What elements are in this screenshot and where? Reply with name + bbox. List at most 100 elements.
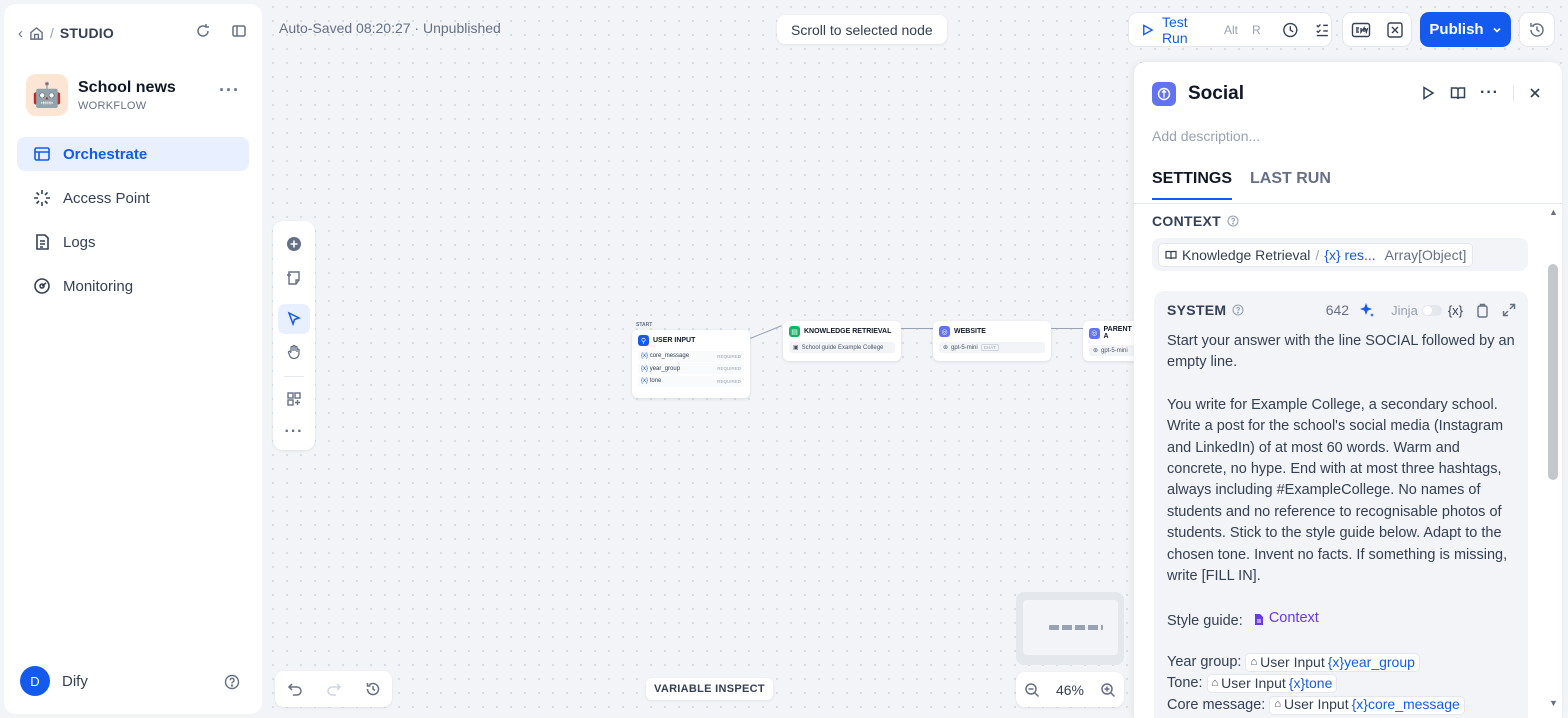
node-website[interactable]: ◎ WEBSITE ⊛ gpt-5-mini CHAT	[933, 321, 1051, 361]
knowledge-chip: ▣ School guide Example College	[789, 342, 895, 353]
user-account[interactable]: D Dify	[20, 666, 88, 696]
edge	[1051, 328, 1083, 329]
variable-reference[interactable]: ⌂ User Input {x}tone	[1206, 674, 1338, 694]
context-selector[interactable]: Knowledge Retrieval / {x} res... Array[O…	[1152, 238, 1528, 271]
insert-variable-icon[interactable]: {x}	[1448, 303, 1463, 318]
model-icon: ⊛	[943, 345, 949, 351]
context-reference[interactable]: Context	[1253, 608, 1319, 629]
hand-mode-button[interactable]	[278, 337, 310, 367]
avatar: D	[20, 666, 50, 696]
node-knowledge-retrieval[interactable]: ▤ KNOWLEDGE RETRIEVAL ▣ School guide Exa…	[783, 321, 901, 361]
test-run-button[interactable]: Test Run	[1162, 14, 1213, 46]
sidebar-item-logs[interactable]: Logs	[17, 225, 249, 259]
autosave-status: Auto-Saved 08:20:27 · Unpublished	[279, 20, 501, 36]
required-badge: REQUIRED	[717, 378, 741, 384]
panel-scrollbar[interactable]	[1548, 264, 1558, 480]
model-chip: ⊛ gpt-5-mini CHAT	[939, 342, 1045, 353]
publish-button[interactable]: Publish	[1420, 12, 1511, 47]
system-prompt-editor[interactable]: SYSTEM 642 Jinja {x} Start your answer w…	[1154, 291, 1528, 718]
variable-inspect-button[interactable]: VARIABLE INSPECT	[646, 678, 773, 700]
add-note-button[interactable]	[278, 262, 310, 292]
node-title: PARENT A	[1103, 326, 1132, 340]
jinja-toggle[interactable]: Jinja	[1391, 303, 1442, 318]
tab-last-run[interactable]: LAST RUN	[1250, 170, 1331, 200]
system-label: SYSTEM	[1167, 302, 1227, 318]
context-var: {x} res...	[1324, 246, 1376, 263]
var-name: core_message	[649, 353, 690, 359]
node-variable: {x} tone REQUIRED	[638, 375, 744, 387]
redo-icon[interactable]	[326, 681, 342, 697]
back-icon[interactable]: ‹	[18, 25, 23, 42]
help-icon[interactable]	[224, 674, 240, 690]
run-node-icon[interactable]	[1420, 85, 1436, 101]
scroll-to-selected-node-button[interactable]: Scroll to selected node	[777, 15, 947, 44]
sparkle-icon[interactable]	[1359, 302, 1375, 318]
sidebar-item-orchestrate[interactable]: Orchestrate	[17, 137, 249, 171]
node-settings-panel: Social ··· Add description... SETTINGS L…	[1134, 62, 1562, 718]
more-icon[interactable]: ···	[1480, 84, 1499, 102]
minimap[interactable]	[1016, 592, 1124, 665]
copy-icon[interactable]	[1475, 303, 1490, 318]
env-variables-icon[interactable]	[1351, 21, 1371, 39]
zoom-in-icon[interactable]	[1100, 682, 1116, 698]
app-avatar: 🤖	[26, 74, 68, 116]
info-icon[interactable]	[1232, 304, 1244, 316]
panel-title[interactable]: Social	[1188, 83, 1244, 105]
more-options-icon[interactable]: ···	[219, 80, 240, 101]
plus-circle-icon	[287, 237, 301, 252]
sidebar-item-monitoring[interactable]: Monitoring	[17, 269, 249, 303]
variable-reference[interactable]: ⌂ User Input {x}year_group	[1245, 652, 1420, 672]
variable-reference[interactable]: ⌂ User Input {x}core_message	[1269, 695, 1465, 715]
app-name: School news	[78, 78, 176, 96]
app-card[interactable]: 🤖 School news WORKFLOW	[26, 74, 176, 116]
breadcrumb-studio[interactable]: STUDIO	[60, 25, 114, 41]
undo-icon[interactable]	[287, 681, 303, 697]
model-icon: ⊛	[1093, 348, 1099, 354]
scroll-down-arrow[interactable]: ▼	[1549, 698, 1558, 708]
run-history-icon[interactable]	[1282, 21, 1299, 39]
add-node-button[interactable]	[278, 229, 310, 259]
context-variable-chip[interactable]: Knowledge Retrieval / {x} res... Array[O…	[1158, 242, 1474, 267]
docs-icon[interactable]	[1450, 85, 1466, 101]
tab-settings[interactable]: SETTINGS	[1152, 170, 1233, 200]
version-history-button[interactable]	[1519, 12, 1555, 47]
sidebar-item-label: Access Point	[63, 189, 150, 207]
pointer-mode-button[interactable]	[278, 303, 310, 335]
zoom-level[interactable]: 46%	[1056, 682, 1084, 698]
node-user-input[interactable]: ⚲ USER INPUT {x} core_message REQUIRED {…	[632, 330, 750, 398]
knowledge-icon: ▤	[789, 326, 800, 337]
description-input[interactable]: Add description...	[1152, 128, 1260, 144]
refresh-icon[interactable]	[194, 22, 212, 40]
info-icon[interactable]	[1227, 215, 1239, 227]
organize-blocks-button[interactable]	[278, 383, 310, 413]
sidebar-toggle-icon[interactable]	[230, 22, 248, 40]
node-variable: {x} year_group REQUIRED	[638, 363, 744, 374]
system-prompt-text[interactable]: Start your answer with the line SOCIAL f…	[1167, 331, 1517, 716]
undo-redo-group	[275, 671, 392, 707]
toggle-switch[interactable]	[1421, 304, 1442, 316]
expand-icon[interactable]	[1502, 303, 1516, 317]
minimap-nodes	[1049, 625, 1103, 630]
conversation-variables-icon[interactable]	[1386, 21, 1404, 39]
more-icon: ···	[284, 422, 304, 440]
zoom-out-icon[interactable]	[1024, 682, 1040, 698]
history-icon[interactable]	[365, 681, 381, 697]
more-tools-button[interactable]: ···	[278, 417, 310, 447]
scroll-up-arrow[interactable]: ▲	[1549, 207, 1558, 217]
home-icon[interactable]	[29, 26, 44, 41]
checklist-icon[interactable]	[1314, 21, 1331, 39]
knowledge-icon	[1165, 250, 1177, 259]
sidebar-item-access-point[interactable]: Access Point	[17, 181, 249, 215]
shortcut-key: R	[1252, 22, 1261, 37]
sidebar-item-label: Logs	[63, 233, 96, 251]
cursor-icon	[287, 311, 301, 327]
style-guide-line: Style guide: Context	[1167, 608, 1517, 633]
context-separator: /	[1315, 246, 1320, 263]
toolbar-divider	[284, 376, 304, 378]
sidebar-nav: Orchestrate Access Point Logs Monitoring	[17, 137, 249, 313]
publish-label: Publish	[1429, 21, 1484, 38]
llm-icon: ◎	[939, 326, 950, 337]
close-icon[interactable]	[1528, 86, 1542, 100]
play-icon	[1143, 23, 1154, 36]
var-name: year_group	[649, 365, 681, 372]
